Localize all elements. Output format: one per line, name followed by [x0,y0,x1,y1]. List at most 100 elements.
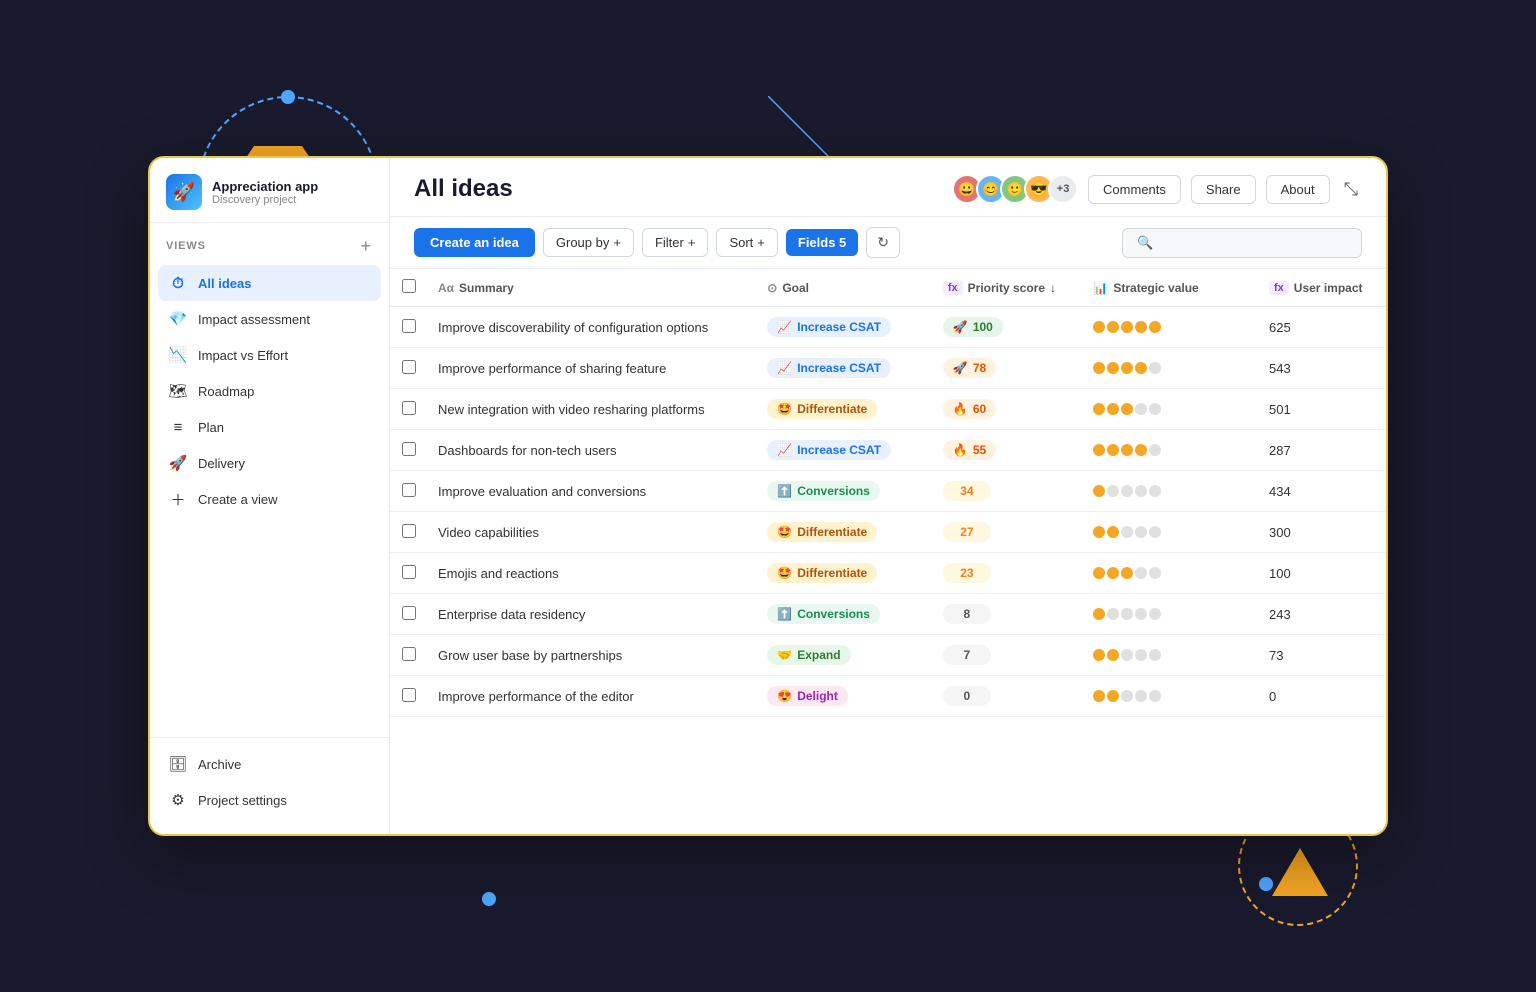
score-pill[interactable]: 🔥 60 [943,399,996,419]
table-row: Improve performance of the editor 😍 Deli… [390,676,1386,717]
sidebar-item-delivery[interactable]: 🚀 Delivery [158,445,381,481]
goal-emoji: 📈 [777,443,792,457]
row-checkbox[interactable] [402,565,416,579]
row-checkbox[interactable] [402,360,416,374]
dot [1149,649,1161,661]
add-view-button[interactable]: + [358,237,373,255]
sidebar-item-impact-assessment[interactable]: 💎 Impact assessment [158,301,381,337]
score-pill[interactable]: 8 [943,604,991,624]
row-impact: 73 [1257,635,1386,676]
row-checkbox-cell [390,512,426,553]
row-checkbox-cell [390,307,426,348]
refresh-button[interactable]: ↻ [866,227,900,258]
row-checkbox[interactable] [402,524,416,538]
goal-badge[interactable]: ⬆️ Conversions [767,604,880,624]
goal-emoji: ⬆️ [777,484,792,498]
score-pill[interactable]: 23 [943,563,991,583]
row-checkbox-cell [390,471,426,512]
dot [1135,321,1147,333]
row-summary[interactable]: Dashboards for non-tech users [426,430,755,471]
score-pill[interactable]: 🔥 55 [943,440,996,460]
row-summary[interactable]: Video capabilities [426,512,755,553]
goal-badge[interactable]: 😍 Delight [767,686,848,706]
goal-badge[interactable]: 🤝 Expand [767,645,850,665]
toolbar: Create an idea Group by + Filter + Sort … [390,217,1386,269]
goal-badge[interactable]: 📈 Increase CSAT [767,440,891,460]
dot [1121,444,1133,456]
row-checkbox[interactable] [402,401,416,415]
strategic-dots [1093,403,1245,415]
goal-badge[interactable]: 🤩 Differentiate [767,522,877,542]
row-impact: 501 [1257,389,1386,430]
dot [1149,444,1161,456]
fields-button[interactable]: Fields 5 [786,229,858,256]
row-checkbox[interactable] [402,647,416,661]
th-strategic-value[interactable]: 📊 Strategic value [1081,269,1257,307]
sidebar-item-plan[interactable]: ≡ Plan [158,409,381,445]
goal-badge[interactable]: 🤩 Differentiate [767,563,877,583]
row-checkbox[interactable] [402,483,416,497]
sidebar-item-impact-effort[interactable]: 📉 Impact vs Effort [158,337,381,373]
row-impact: 0 [1257,676,1386,717]
dot [1093,362,1105,374]
row-checkbox[interactable] [402,319,416,333]
row-summary[interactable]: Improve performance of the editor [426,676,755,717]
th-goal[interactable]: ⊙ Goal [755,269,931,307]
group-by-button[interactable]: Group by + [543,228,634,257]
goal-badge[interactable]: 📈 Increase CSAT [767,358,891,378]
sidebar-item-project-settings[interactable]: ⚙ Project settings [158,782,381,818]
search-icon: 🔍 [1137,235,1153,251]
goal-badge[interactable]: ⬆️ Conversions [767,481,880,501]
row-checkbox[interactable] [402,606,416,620]
dot [1107,690,1119,702]
strategic-dots [1093,649,1245,661]
row-summary[interactable]: Improve performance of sharing feature [426,348,755,389]
th-summary[interactable]: Aα Summary [426,269,755,307]
expand-button[interactable]: ⤡ [1340,175,1362,204]
row-score: 🚀 78 [931,348,1082,389]
sidebar-item-label: Project settings [198,793,287,808]
row-strategic [1081,430,1257,471]
goal-label: Conversions [797,607,870,621]
sidebar-bottom: 🗄 Archive ⚙ Project settings [150,737,389,834]
row-summary[interactable]: New integration with video resharing pla… [426,389,755,430]
sidebar-item-archive[interactable]: 🗄 Archive [158,746,381,782]
row-checkbox[interactable] [402,442,416,456]
row-summary[interactable]: Improve discoverability of configuration… [426,307,755,348]
select-all-checkbox[interactable] [402,279,416,293]
sidebar-item-create-view[interactable]: ＋ Create a view [158,481,381,517]
dot [1107,362,1119,374]
dot [1093,690,1105,702]
score-pill[interactable]: 34 [943,481,991,501]
row-strategic [1081,389,1257,430]
row-summary[interactable]: Improve evaluation and conversions [426,471,755,512]
create-idea-button[interactable]: Create an idea [414,228,535,257]
score-pill[interactable]: 0 [943,686,991,706]
sidebar-item-roadmap[interactable]: 🗺 Roadmap [158,373,381,409]
row-summary[interactable]: Enterprise data residency [426,594,755,635]
table-row: Grow user base by partnerships 🤝 Expand … [390,635,1386,676]
filter-button[interactable]: Filter + [642,228,708,257]
score-pill[interactable]: 🚀 78 [943,358,996,378]
dot [1149,526,1161,538]
score-pill[interactable]: 7 [943,645,991,665]
sort-button[interactable]: Sort + [716,228,777,257]
app-logo: 🚀 [166,174,202,210]
settings-icon: ⚙ [168,790,188,810]
row-checkbox-cell [390,676,426,717]
share-button[interactable]: Share [1191,175,1256,204]
row-summary[interactable]: Emojis and reactions [426,553,755,594]
goal-badge[interactable]: 📈 Increase CSAT [767,317,891,337]
th-priority-score[interactable]: fx Priority score ↓ [931,269,1082,307]
row-checkbox[interactable] [402,688,416,702]
row-summary[interactable]: Grow user base by partnerships [426,635,755,676]
dot [1093,649,1105,661]
about-button[interactable]: About [1266,175,1330,204]
dot [1149,362,1161,374]
sidebar-item-all-ideas[interactable]: ⏱ All ideas [158,265,381,301]
th-user-impact[interactable]: fx User impact [1257,269,1386,307]
comments-button[interactable]: Comments [1088,175,1181,204]
goal-badge[interactable]: 🤩 Differentiate [767,399,877,419]
score-pill[interactable]: 27 [943,522,991,542]
score-pill[interactable]: 🚀 100 [943,317,1003,337]
